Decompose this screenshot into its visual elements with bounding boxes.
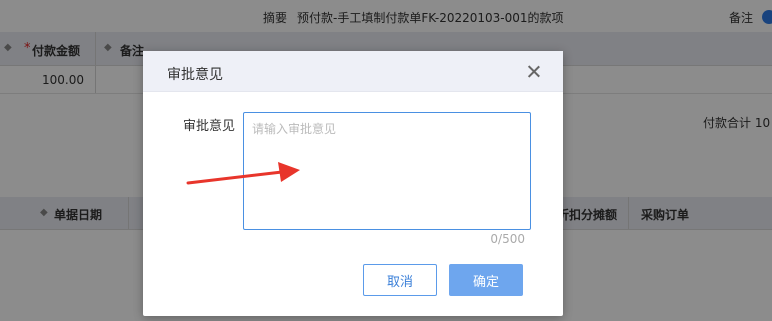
annotation-arrow-icon [186, 162, 300, 185]
